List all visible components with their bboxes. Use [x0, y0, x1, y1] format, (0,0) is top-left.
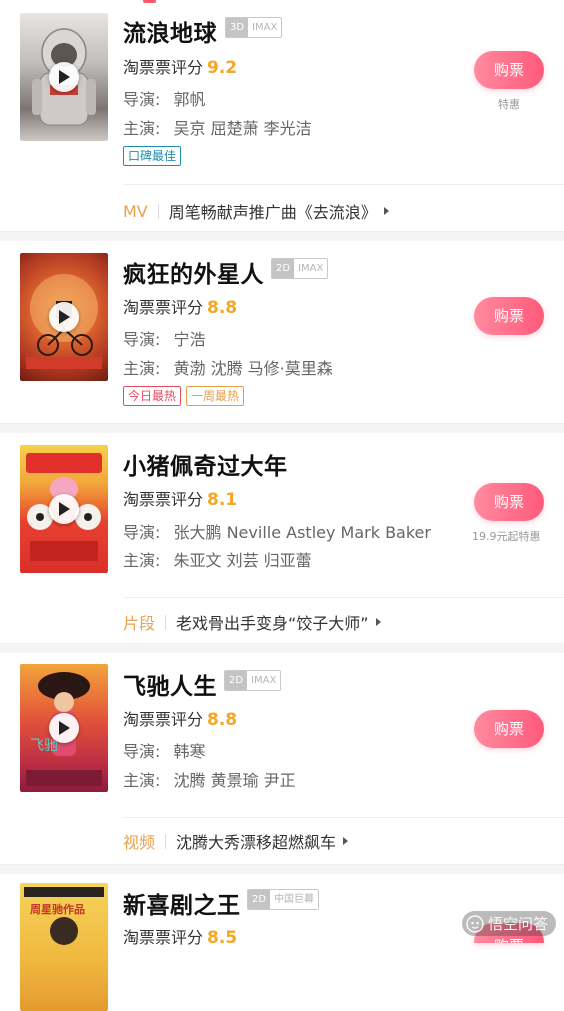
divider-bar: [165, 614, 167, 630]
extra-kind: MV: [123, 201, 148, 221]
tag-list: 今日最热 一周最热: [123, 386, 245, 406]
divider-bar: [157, 203, 159, 219]
movie-title[interactable]: 流浪地球: [123, 14, 217, 48]
cast-line: 主演: 沈腾 黄景瑜 尹正: [123, 767, 296, 791]
director-label: 导演:: [123, 523, 161, 542]
director-value: 宁浩: [173, 330, 206, 349]
play-icon[interactable]: [49, 62, 79, 92]
section-divider: [0, 864, 564, 874]
director-value: 郭帆: [173, 90, 206, 109]
cast-value: 朱亚文 刘芸 归亚蕾: [173, 551, 312, 570]
extra-text: 周笔畅献声推广曲《去流浪》: [168, 203, 377, 222]
film-card-liulang[interactable]: 流浪地球 3D IMAX 淘票票评分 9.2 导演: 郭帆 主演: 吴京 屈楚萧 …: [0, 0, 564, 232]
score-label: 淘票票评分: [123, 710, 204, 729]
film-card-peppa[interactable]: 小猪佩奇过大年 淘票票评分 8.1 导演: 张大鹏 Neville Astley …: [0, 433, 564, 663]
play-icon[interactable]: [49, 713, 79, 743]
extra-text: 沈腾大秀漂移超燃飙车: [176, 833, 337, 852]
discount-note: 19.9元起特惠: [472, 530, 541, 543]
director-value: 韩寒: [173, 742, 206, 761]
movie-poster[interactable]: [20, 445, 108, 573]
divider-bar: [165, 833, 167, 849]
tag-badge: 一周最热: [186, 386, 245, 406]
score-line: 淘票票评分 9.2: [123, 54, 237, 78]
extra-link-row[interactable]: 片段 老戏骨出手变身“饺子大师”: [123, 610, 381, 634]
director-line: 导演: 宁浩: [123, 326, 206, 350]
score-value: 8.8: [207, 298, 238, 318]
score-line: 淘票票评分 8.8: [123, 294, 237, 318]
buy-ticket-button[interactable]: 购票: [474, 297, 544, 335]
buy-ticket-button[interactable]: 购票: [474, 483, 544, 521]
movie-title[interactable]: 新喜剧之王: [123, 886, 241, 920]
cast-label: 主演:: [123, 359, 161, 378]
format-badge: 2D IMAX: [224, 670, 282, 691]
score-value: 8.5: [207, 928, 238, 948]
film-card-fengkuang[interactable]: 疯狂的外星人 2D IMAX 淘票票评分 8.8 导演: 宁浩 主演: 黄渤 沈腾…: [0, 241, 564, 422]
score-value: 8.1: [207, 490, 238, 510]
format-badge: 2D 中国巨幕: [247, 889, 320, 910]
format-badge: 2D IMAX: [271, 258, 329, 279]
score-label: 淘票票评分: [123, 298, 204, 317]
format-badge: 3D IMAX: [225, 17, 283, 38]
extra-link-row[interactable]: 视频 沈腾大秀漂移超燃飙车: [123, 829, 349, 853]
cast-label: 主演:: [123, 119, 161, 138]
separator-line: [123, 817, 564, 818]
tag-list: 口碑最佳: [123, 146, 182, 166]
movie-title[interactable]: 小猪佩奇过大年: [123, 447, 288, 481]
watermark: 悟空问答: [461, 911, 556, 936]
movie-poster[interactable]: [20, 253, 108, 381]
score-value: 9.2: [207, 58, 238, 78]
director-line: 导演: 郭帆: [123, 86, 206, 110]
buy-ticket-button[interactable]: 购票: [474, 51, 544, 89]
score-label: 淘票票评分: [123, 928, 204, 947]
extra-kind: 视频: [123, 833, 156, 852]
movie-poster[interactable]: 周星驰作品: [20, 883, 108, 1011]
score-line: 淘票票评分 8.8: [123, 706, 237, 730]
cast-line: 主演: 吴京 屈楚萧 李光洁: [123, 115, 312, 139]
extra-text: 老戏骨出手变身“饺子大师”: [176, 614, 369, 633]
film-card-feichi[interactable]: 飞驰 飞驰人生 2D IMAX 淘票票评分 8.8 导演: 韩寒 主演: 沈腾 黄…: [0, 653, 564, 871]
score-line: 淘票票评分 8.5: [123, 924, 237, 948]
tag-badge: 今日最热: [123, 386, 182, 406]
play-arrow-icon: [343, 837, 349, 845]
play-arrow-icon: [375, 618, 381, 626]
director-line: 导演: 张大鹏 Neville Astley Mark Baker: [123, 519, 431, 543]
buy-ticket-button[interactable]: 购票: [474, 710, 544, 748]
director-label: 导演:: [123, 742, 161, 761]
cast-label: 主演:: [123, 551, 161, 570]
svg-text:飞驰: 飞驰: [30, 738, 58, 754]
cast-line: 主演: 朱亚文 刘芸 归亚蕾: [123, 547, 312, 571]
play-icon[interactable]: [49, 494, 79, 524]
movie-poster[interactable]: 飞驰: [20, 664, 108, 792]
poster-caption: 周星驰作品: [30, 903, 85, 916]
score-label: 淘票票评分: [123, 58, 204, 77]
section-divider: [0, 423, 564, 433]
separator-line: [123, 597, 564, 598]
separator-line: [123, 184, 564, 185]
cast-value: 沈腾 黄景瑜 尹正: [173, 771, 296, 790]
play-arrow-icon: [383, 207, 389, 215]
director-label: 导演:: [123, 90, 161, 109]
director-line: 导演: 韩寒: [123, 738, 206, 762]
discount-note: 特惠: [498, 98, 520, 111]
director-label: 导演:: [123, 330, 161, 349]
score-label: 淘票票评分: [123, 490, 204, 509]
extra-kind: 片段: [123, 614, 156, 633]
cast-line: 主演: 黄渤 沈腾 马修·莫里森: [123, 355, 333, 379]
cast-value: 黄渤 沈腾 马修·莫里森: [173, 359, 333, 378]
play-icon[interactable]: [49, 302, 79, 332]
section-divider: [0, 231, 564, 241]
movie-title[interactable]: 疯狂的外星人: [123, 255, 264, 289]
movie-poster[interactable]: [20, 13, 108, 141]
section-divider: [0, 643, 564, 653]
extra-link-row[interactable]: MV 周笔畅献声推广曲《去流浪》: [123, 199, 389, 223]
score-line: 淘票票评分 8.1: [123, 486, 237, 510]
wukong-logo-icon: [466, 914, 484, 933]
tag-badge: 口碑最佳: [123, 146, 182, 166]
cast-value: 吴京 屈楚萧 李光洁: [173, 119, 312, 138]
watermark-text: 悟空问答: [487, 915, 548, 933]
movie-title[interactable]: 飞驰人生: [123, 667, 217, 701]
director-value: 张大鹏 Neville Astley Mark Baker: [173, 523, 431, 542]
cast-label: 主演:: [123, 771, 161, 790]
score-value: 8.8: [207, 710, 238, 730]
